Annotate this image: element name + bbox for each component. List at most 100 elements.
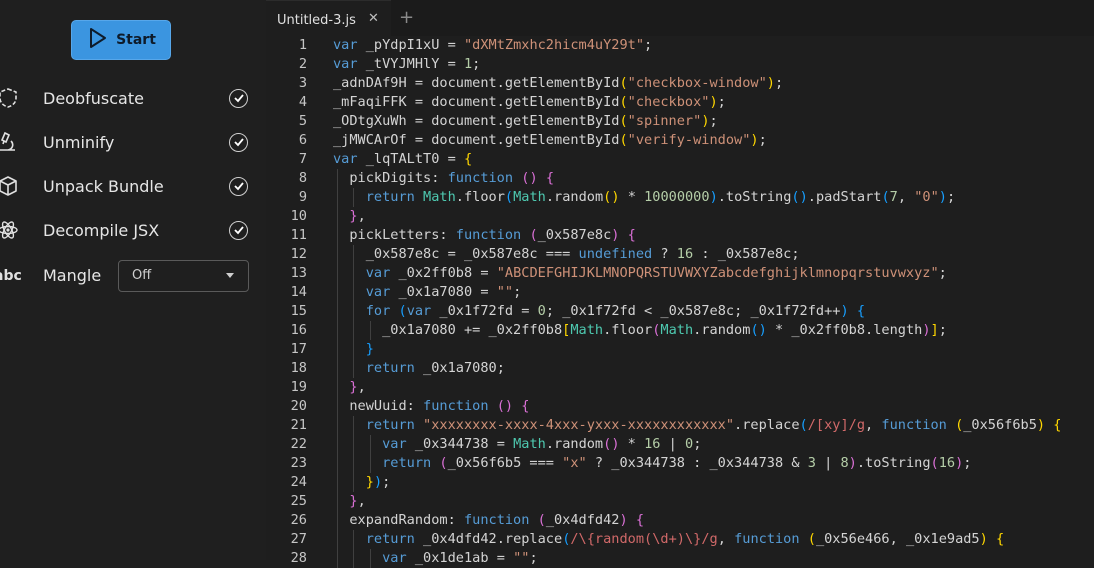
code-line[interactable]: 28 var _0x1de1ab = ""; xyxy=(266,549,1094,568)
code-line[interactable]: 2 var _tVYJMHlY = 1; xyxy=(266,55,1094,74)
code-line[interactable]: 20 newUuid: function () { xyxy=(266,397,1094,416)
code-line[interactable]: 10 }, xyxy=(266,207,1094,226)
code-line[interactable]: 8 pickDigits: function () { xyxy=(266,169,1094,188)
code-line[interactable]: 6 _jMWCArOf = document.getElementById("ve… xyxy=(266,131,1094,150)
tab-untitled-3[interactable]: Untitled-3.js ✕ xyxy=(266,0,391,36)
code-line[interactable]: 4 _mFaqiFFK = document.getElementById("ch… xyxy=(266,93,1094,112)
code-line[interactable]: 19 }, xyxy=(266,378,1094,397)
code-line[interactable]: 7 var _lqTALtT0 = { xyxy=(266,150,1094,169)
line-code: pickLetters: function (_0x587e8c) { xyxy=(333,227,636,243)
code-line[interactable]: 3 _adnDAf9H = document.getElementById("ch… xyxy=(266,74,1094,93)
unminify-checkbox[interactable] xyxy=(229,132,248,152)
line-code: var _tVYJMHlY = 1; xyxy=(333,56,481,72)
indent-guide xyxy=(337,302,338,321)
code-line[interactable]: 23 return (_0x56f6b5 === "x" ? _0x344738… xyxy=(266,454,1094,473)
check-icon xyxy=(233,94,244,103)
deobfuscate-checkbox[interactable] xyxy=(229,88,248,108)
decompile-jsx-checkbox[interactable] xyxy=(229,220,248,240)
line-code: newUuid: function () { xyxy=(333,398,530,414)
option-label: Decompile JSX xyxy=(43,220,160,240)
indent-guide xyxy=(337,321,338,340)
line-code: var _0x1a7080 = ""; xyxy=(365,284,522,300)
code-line[interactable]: 9 return Math.floor(Math.random() * 1000… xyxy=(266,188,1094,207)
indent-guide xyxy=(369,454,371,473)
code-area[interactable]: 1 var _pYdpI1xU = "dXMtZmxhc2hicm4uY29t";… xyxy=(266,36,1094,568)
indent-guide xyxy=(337,416,338,435)
code-line[interactable]: 17 } xyxy=(266,340,1094,359)
indent-guide xyxy=(337,378,338,397)
play-icon xyxy=(86,27,108,53)
microscope-icon xyxy=(0,130,20,154)
option-label: Unminify xyxy=(43,132,115,152)
option-decompile-jsx[interactable]: Decompile JSX xyxy=(0,210,266,250)
line-code: _ODtgXuWh = document.getElementById("spi… xyxy=(333,113,718,129)
mangle-label: Mangle xyxy=(43,266,102,285)
indent-guide xyxy=(337,530,338,549)
code-line[interactable]: 22 var _0x344738 = Math.random() * 16 | … xyxy=(266,435,1094,454)
line-number: 13 xyxy=(290,265,307,281)
mangle-select[interactable]: Off xyxy=(118,260,249,292)
code-line[interactable]: 21 return "xxxxxxxx-xxxx-4xxx-yxxx-xxxxx… xyxy=(266,416,1094,435)
indent-guide xyxy=(353,416,355,435)
add-tab-icon[interactable]: + xyxy=(399,7,414,28)
mangle-value: Off xyxy=(132,268,152,283)
code-line[interactable]: 11 pickLetters: function (_0x587e8c) { xyxy=(266,226,1094,245)
line-number: 27 xyxy=(290,531,307,547)
indent-guide xyxy=(369,321,371,340)
line-number: 14 xyxy=(290,284,307,300)
line-number: 7 xyxy=(298,151,307,167)
indent-guide xyxy=(337,283,338,302)
close-icon[interactable]: ✕ xyxy=(368,11,379,26)
line-code: _0x1a7080 += _0x2ff0b8[Math.floor(Math.r… xyxy=(333,322,947,338)
indent-guide xyxy=(353,302,355,321)
line-number: 28 xyxy=(290,550,307,566)
option-label: Deobfuscate xyxy=(43,88,144,108)
line-code: var _0x2ff0b8 = "ABCDEFGHIJKLMNOPQRSTUVW… xyxy=(365,265,947,281)
indent-guide xyxy=(337,435,338,454)
code-line[interactable]: 13 var _0x2ff0b8 = "ABCDEFGHIJKLMNOPQRST… xyxy=(266,264,1094,283)
indent-guide xyxy=(337,226,338,245)
indent-guide xyxy=(337,473,338,492)
indent-guide xyxy=(337,549,338,568)
code-editor[interactable]: Untitled-3.js ✕ + 1 var _pYdpI1xU = "dXMt… xyxy=(266,0,1094,568)
start-button[interactable]: Start xyxy=(71,20,171,60)
code-line[interactable]: 25 }, xyxy=(266,492,1094,511)
line-number: 9 xyxy=(298,189,307,205)
code-line[interactable]: 14 var _0x1a7080 = ""; xyxy=(266,283,1094,302)
line-code: var _lqTALtT0 = { xyxy=(333,151,473,167)
line-code: return _0x1a7080; xyxy=(365,360,505,376)
code-line[interactable]: 18 return _0x1a7080; xyxy=(266,359,1094,378)
line-number: 3 xyxy=(298,75,307,91)
react-icon xyxy=(0,218,20,242)
indent-guide xyxy=(353,245,355,264)
code-line[interactable]: 26 expandRandom: function (_0x4dfd42) { xyxy=(266,511,1094,530)
option-label: Unpack Bundle xyxy=(43,176,164,196)
line-code: pickDigits: function () { xyxy=(333,170,554,186)
indent-guide xyxy=(353,454,355,473)
line-number: 11 xyxy=(290,227,307,243)
line-code: var _0x344738 = Math.random() * 16 | 0; xyxy=(382,436,702,452)
code-line[interactable]: 27 return _0x4dfd42.replace(/\{random(\d… xyxy=(266,530,1094,549)
line-number: 1 xyxy=(298,37,307,53)
indent-guide xyxy=(369,435,371,454)
line-number: 17 xyxy=(290,341,307,357)
check-icon xyxy=(233,138,244,147)
code-line[interactable]: 5 _ODtgXuWh = document.getElementById("sp… xyxy=(266,112,1094,131)
indent-guide xyxy=(353,321,355,340)
code-line[interactable]: 24 }); xyxy=(266,473,1094,492)
indent-guide xyxy=(337,207,338,226)
code-line[interactable]: 15 for (var _0x1f72fd = 0; _0x1f72fd < _… xyxy=(266,302,1094,321)
indent-guide xyxy=(353,549,355,568)
code-line[interactable]: 16 _0x1a7080 += _0x2ff0b8[Math.floor(Mat… xyxy=(266,321,1094,340)
code-line[interactable]: 1 var _pYdpI1xU = "dXMtZmxhc2hicm4uY29t"; xyxy=(266,36,1094,55)
code-line[interactable]: 12 _0x587e8c = _0x587e8c === undefined ?… xyxy=(266,245,1094,264)
indent-guide xyxy=(353,435,355,454)
indent-guide xyxy=(337,340,338,359)
option-deobfuscate[interactable]: Deobfuscate xyxy=(0,78,266,118)
indent-guide xyxy=(353,359,355,378)
unpack-bundle-checkbox[interactable] xyxy=(229,176,248,196)
line-number: 5 xyxy=(298,113,307,129)
indent-guide xyxy=(353,264,355,283)
option-unminify[interactable]: Unminify xyxy=(0,122,266,162)
option-unpack-bundle[interactable]: Unpack Bundle xyxy=(0,166,266,206)
